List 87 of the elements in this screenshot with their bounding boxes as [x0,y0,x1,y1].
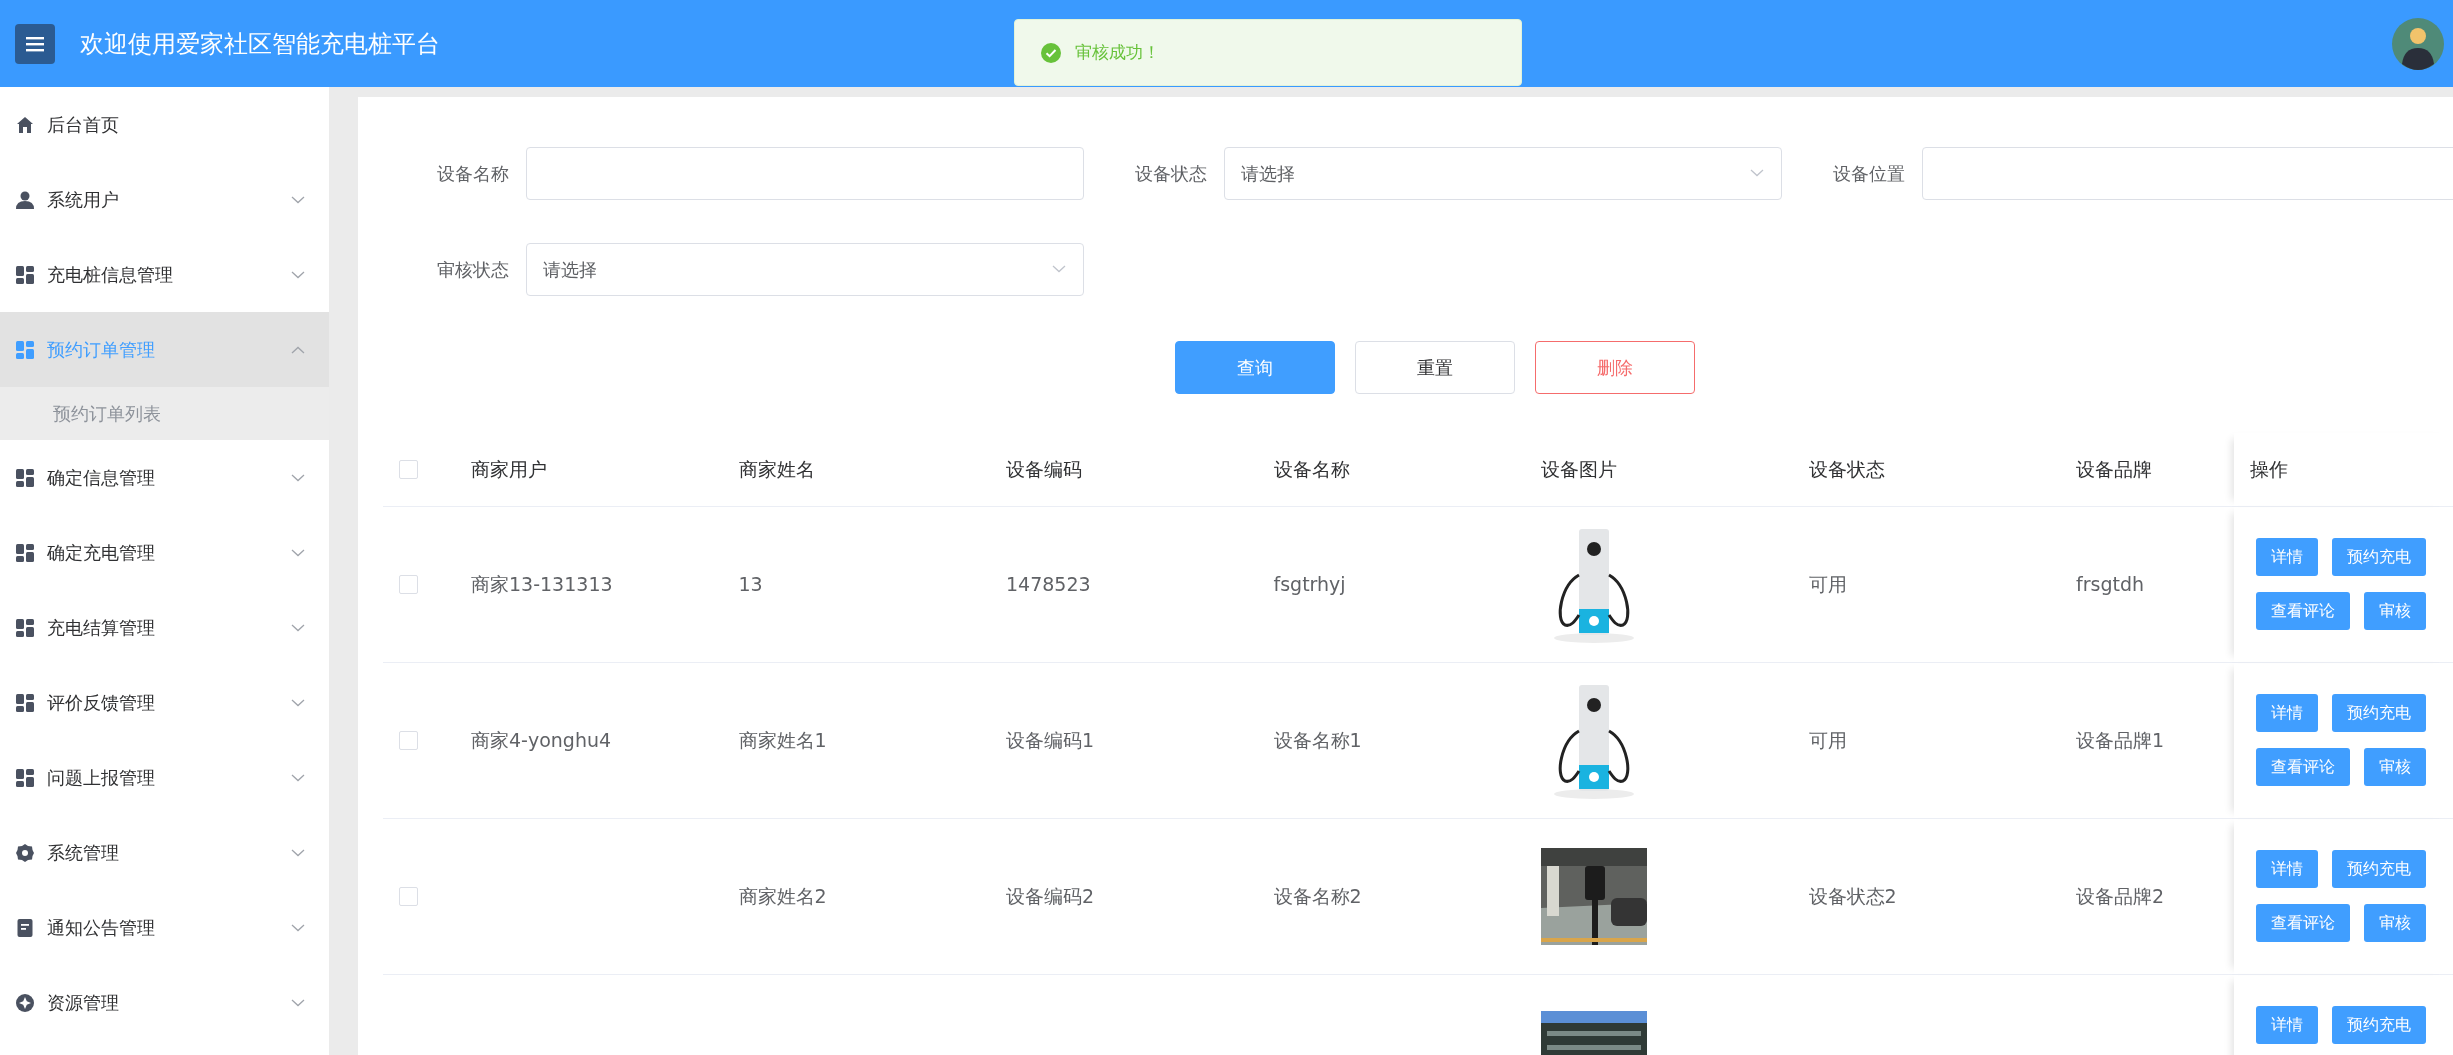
table-cell-text: 设备品牌1 [2076,728,2165,754]
row-action-button[interactable]: 审核 [2364,904,2426,942]
select-field[interactable]: 请选择 [1224,147,1782,200]
checkbox[interactable] [399,575,418,594]
checkbox[interactable] [399,460,418,479]
input-field[interactable] [526,147,1084,200]
row-action-button[interactable]: 审核 [2364,592,2426,630]
row-action-button[interactable]: 预约充电 [2332,850,2426,888]
chevron-icon [291,195,305,204]
chevron-icon [291,998,305,1007]
form-button[interactable]: 查询 [1175,341,1335,394]
grid-icon [16,618,34,637]
table-cell-text: 设备编码1 [1006,728,1095,754]
checkbox[interactable] [399,731,418,750]
row-action-button[interactable]: 详情 [2256,850,2318,888]
app-title: 欢迎使用爱家社区智能充电桩平台 [80,28,440,60]
row-action-button[interactable]: 预约充电 [2332,538,2426,576]
toast-text: 审核成功！ [1075,40,1160,64]
row-action-button[interactable]: 查看评论 [2256,592,2350,630]
avatar-icon [2392,17,2444,70]
select-field[interactable]: 请选择 [526,243,1084,296]
table-cell-text: 设备编码2 [1006,884,1095,910]
chevron-icon [1052,265,1066,273]
document-icon [16,918,34,937]
chevron-icon [291,473,305,482]
row-action-button[interactable]: 查看评论 [2256,748,2350,786]
column-header: 设备品牌 [2076,457,2152,483]
sidebar-subitem[interactable]: 预约订单列表 [0,387,329,440]
table-cell-text: 13 [738,572,763,598]
chevron-icon [291,548,305,557]
row-action-button[interactable]: 详情 [2256,694,2318,732]
column-header: 设备状态 [1808,457,1885,483]
grid-icon [16,768,34,787]
column-header: 操作 [2250,457,2288,483]
row-action-button[interactable]: 审核 [2364,748,2426,786]
input-field[interactable] [1922,147,2453,200]
checkbox[interactable] [399,887,418,906]
chevron-icon [291,270,305,279]
column-header: 商家用户 [471,457,547,483]
table-cell-text: 可用 [1808,728,1847,754]
table-cell-text: fsgtrhyj [1273,572,1346,598]
table-cell-text: 设备品牌2 [2076,884,2165,910]
table-cell-text: 设备状态2 [1808,884,1897,910]
menu-button[interactable] [15,23,55,64]
row-action-button[interactable]: 查看评论 [2256,904,2350,942]
table-cell-text: 可用 [1808,572,1847,598]
chevron-icon [1750,169,1764,177]
column-header: 设备图片 [1541,457,1617,483]
chevron-icon [291,923,305,932]
grid-icon [16,468,34,487]
menu-icon [26,35,44,52]
chevron-icon [291,345,305,354]
compass-icon [16,993,34,1012]
table-cell-text: 设备名称2 [1273,884,1362,910]
table-cell-text: 商家姓名2 [738,884,827,910]
row-action-button[interactable]: 详情 [2256,538,2318,576]
grid-icon [16,265,34,284]
column-header: 设备名称 [1273,457,1350,483]
field-label: 审核状态 [436,258,510,282]
check-icon [1041,42,1061,63]
table-cell-text: 商家4-yonghu4 [471,728,612,754]
field-label: 设备位置 [1832,162,1906,186]
sidebar-item[interactable]: 预约订单管理 [0,312,329,387]
table-cell-text: 设备名称1 [1273,728,1362,754]
column-header: 设备编码 [1006,457,1082,483]
field-label: 设备状态 [1134,162,1208,186]
chevron-icon [291,623,305,632]
table-cell-text: 商家姓名1 [738,728,827,754]
table-cell-text: 商家13-131313 [471,572,613,598]
field-label: 设备名称 [436,162,510,186]
form-button[interactable]: 重置 [1355,341,1515,394]
grid-icon [16,693,34,712]
row-action-button[interactable]: 预约充电 [2332,1006,2426,1044]
grid-icon [16,340,34,359]
table-cell-text: frsgtdh [2076,572,2144,598]
grid-icon [16,543,34,562]
home-icon [16,115,34,134]
chevron-icon [291,698,305,707]
chevron-icon [291,848,305,857]
row-action-button[interactable]: 详情 [2256,1006,2318,1044]
gear-icon [16,843,34,862]
form-button[interactable]: 删除 [1535,341,1695,394]
column-header: 商家姓名 [738,457,815,483]
table-cell-text: 1478523 [1006,572,1091,598]
user-icon [16,190,34,209]
row-action-button[interactable]: 预约充电 [2332,694,2426,732]
chevron-icon [291,773,305,782]
